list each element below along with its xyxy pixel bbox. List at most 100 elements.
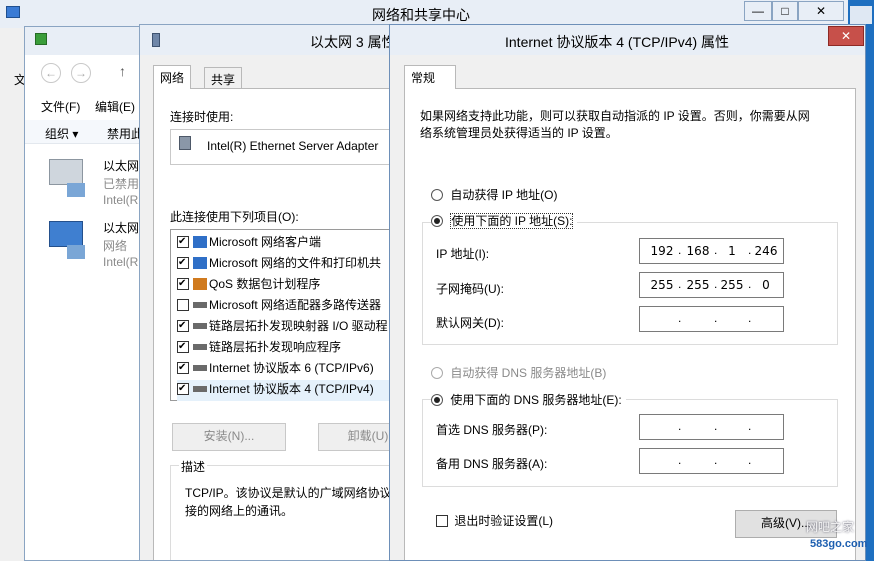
manual-ip-radio-circle[interactable] [431, 215, 443, 227]
validate-label: 退出时验证设置(L) [454, 514, 554, 528]
forward-arrow-icon[interactable]: → [71, 63, 91, 83]
protocol-icon [193, 344, 207, 350]
adapter-status: 已禁用 [103, 177, 140, 191]
mask-octet-2[interactable]: 255 [684, 278, 712, 292]
protocol-list-item[interactable]: Internet 协议版本 4 (TCP/IPv4) [177, 380, 398, 401]
protocol-checkbox[interactable] [177, 362, 189, 374]
auto-ip-radio-circle[interactable] [431, 189, 443, 201]
connections-app-icon [35, 33, 47, 45]
mask-octet-4[interactable]: 0 [752, 278, 780, 292]
manual-ip-label: 使用下面的 IP 地址(S): [450, 213, 574, 229]
protocol-label: 链路层拓扑发现映射器 I/O 驱动程 [209, 319, 388, 333]
protocol-list-item[interactable]: 链路层拓扑发现响应程序 [177, 338, 341, 359]
gateway-field[interactable]: . . . [639, 306, 784, 332]
protocol-list-item[interactable]: 链路层拓扑发现映射器 I/O 驱动程 [177, 317, 388, 338]
alternate-dns-field[interactable]: . . . [639, 448, 784, 474]
protocol-label: Microsoft 网络的文件和打印机共 [209, 256, 382, 270]
subnet-mask-field[interactable]: 255 . 255 . 255 . 0 [639, 272, 784, 298]
octet-separator: . [748, 243, 752, 257]
protocol-label: Microsoft 网络客户端 [209, 235, 322, 249]
protocol-checkbox[interactable] [177, 299, 189, 311]
ipv4-close-button[interactable]: ✕ [828, 26, 864, 46]
protocol-checkbox[interactable] [177, 236, 189, 248]
manual-ip-radio[interactable]: 使用下面的 IP 地址(S): [431, 212, 578, 229]
validate-checkbox-box[interactable] [436, 515, 448, 527]
protocol-icon [193, 236, 207, 248]
mask-octet-3[interactable]: 255 [718, 278, 746, 292]
protocol-checkbox[interactable] [177, 383, 189, 395]
adapter-name: 以太网 [103, 221, 140, 235]
network-adapter-icon [49, 159, 83, 185]
nav-bar: ← → ↑ [25, 57, 153, 87]
description-group: 描述 TCP/IP。该协议是默认的广域网络协议 接的网络上的通讯。 [170, 458, 398, 560]
manual-dns-radio-circle[interactable] [431, 394, 443, 406]
adapter-device: Intel(R [103, 255, 139, 269]
nsc-close-button[interactable]: ✕ [798, 1, 844, 21]
protocol-label: Internet 协议版本 4 (TCP/IPv4) [209, 382, 374, 396]
back-arrow-icon[interactable]: ← [41, 63, 61, 83]
watermark-brand: 网吧之家 [806, 520, 855, 534]
ip-octet-1[interactable]: 192 [648, 244, 676, 258]
disable-device-button[interactable]: 禁用此 [107, 125, 143, 142]
auto-ip-radio[interactable]: 自动获得 IP 地址(O) [431, 186, 557, 203]
octet-separator: . [748, 453, 752, 467]
description-text-line1: TCP/IP。该协议是默认的广域网络协议 [185, 486, 392, 500]
protocol-list-item[interactable]: Microsoft 网络适配器多路传送器 [177, 296, 381, 317]
auto-dns-radio[interactable]: 自动获得 DNS 服务器地址(B) [431, 364, 606, 381]
connections-titlebar [25, 27, 153, 55]
tab-sharing[interactable]: 共享 [204, 67, 243, 89]
protocol-checkbox[interactable] [177, 257, 189, 269]
organize-button[interactable]: 组织 ▾ [45, 125, 78, 142]
protocol-icon [193, 278, 207, 290]
auto-ip-label: 自动获得 IP 地址(O) [450, 188, 558, 202]
ip-octet-3[interactable]: 1 [718, 244, 746, 258]
network-connections-window: ← → ↑ 文件(F) 编辑(E) 组织 ▾ 禁用此 以太网 已禁用 Intel… [24, 26, 154, 561]
menu-bar: 文件(F) 编辑(E) [25, 95, 153, 117]
auto-dns-label: 自动获得 DNS 服务器地址(B) [450, 366, 607, 380]
nsc-minimize-button[interactable]: — [744, 1, 772, 21]
protocol-icon [193, 257, 207, 269]
tab-network[interactable]: 网络 [153, 65, 192, 89]
mask-octet-1[interactable]: 255 [648, 278, 676, 292]
protocol-checkbox[interactable] [177, 278, 189, 290]
uninstall-button[interactable]: 卸载(U) [318, 423, 398, 451]
protocol-checkbox[interactable] [177, 320, 189, 332]
menu-edit[interactable]: 编辑(E) [95, 98, 135, 115]
preferred-dns-field[interactable]: . . . [639, 414, 784, 440]
nsc-maximize-button[interactable]: □ [772, 1, 798, 21]
ip-octet-4[interactable]: 246 [752, 244, 780, 258]
ip-address-field[interactable]: 192 . 168 . 1 . 246 [639, 238, 784, 264]
menu-file[interactable]: 文件(F) [41, 98, 80, 115]
tab-general[interactable]: 常规 [404, 65, 456, 89]
protocol-list-item[interactable]: Microsoft 网络的文件和打印机共 [177, 254, 381, 275]
up-arrow-icon[interactable]: ↑ [119, 63, 126, 79]
protocol-checkbox[interactable] [177, 341, 189, 353]
auto-dns-radio-circle[interactable] [431, 367, 443, 379]
manual-dns-radio[interactable]: 使用下面的 DNS 服务器地址(E): [431, 391, 626, 408]
watermark-url: 583go.com [810, 538, 868, 550]
octet-separator: . [714, 243, 718, 257]
adapter-item[interactable]: 以太网 已禁用 Intel(R [43, 153, 153, 209]
octet-separator: . [714, 453, 718, 467]
octet-separator: . [678, 311, 682, 325]
adapter-item[interactable]: 以太网 网络 Intel(R [43, 215, 153, 271]
protocol-list-item[interactable]: QoS 数据包计划程序 [177, 275, 320, 296]
octet-separator: . [748, 311, 752, 325]
octet-separator: . [678, 453, 682, 467]
validate-checkbox[interactable]: 退出时验证设置(L) [436, 512, 553, 529]
network-adapter-icon [49, 221, 83, 247]
octet-separator: . [678, 243, 682, 257]
description-title: 描述 [179, 458, 208, 475]
adapter-name-text: Intel(R) Ethernet Server Adapter [207, 139, 379, 153]
protocol-icon [193, 365, 207, 371]
taskbar-icon [850, 6, 872, 24]
nsc-title: 网络和共享中心 [372, 7, 470, 23]
eth-title: 以太网 3 属性 [310, 34, 396, 50]
install-button[interactable]: 安装(N)... [172, 423, 286, 451]
octet-separator: . [714, 277, 718, 291]
protocol-list-item[interactable]: Microsoft 网络客户端 [177, 233, 321, 254]
protocol-list-item[interactable]: Internet 协议版本 6 (TCP/IPv6) [177, 359, 374, 380]
ip-octet-2[interactable]: 168 [684, 244, 712, 258]
manual-dns-label: 使用下面的 DNS 服务器地址(E): [450, 393, 622, 407]
adapter-status: 网络 [103, 239, 128, 253]
